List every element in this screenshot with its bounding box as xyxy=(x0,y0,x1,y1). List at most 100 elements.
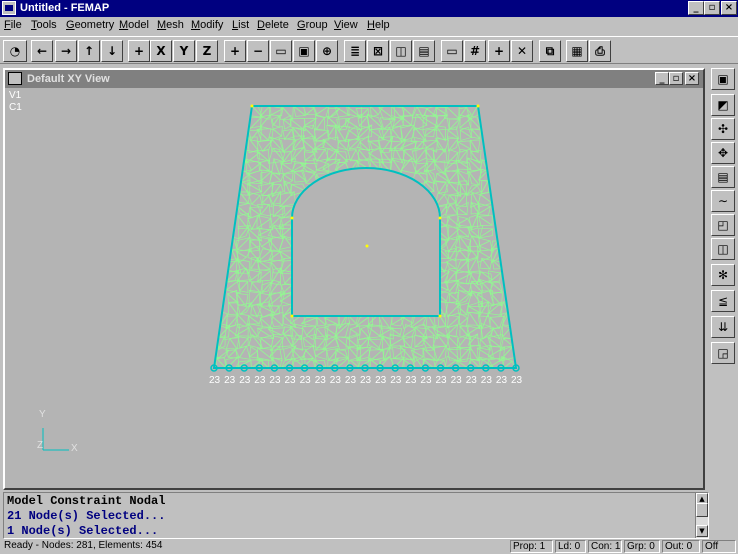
rotate-z-icon[interactable]: Z xyxy=(196,40,218,62)
mesh-element xyxy=(225,337,238,350)
mesh-icon[interactable]: ✻ xyxy=(711,264,735,286)
menu-list[interactable]: List xyxy=(232,19,249,31)
mesh-element xyxy=(456,226,470,238)
curve-icon[interactable]: ∼ xyxy=(711,190,735,212)
copy-icon[interactable]: ⧉ xyxy=(539,40,561,62)
maximize-button[interactable]: ▫ xyxy=(704,1,720,15)
view-minimize-button[interactable]: _ xyxy=(655,72,669,85)
mesh-element xyxy=(234,327,252,337)
corner-node xyxy=(290,216,294,220)
crosshair-icon[interactable]: + xyxy=(488,40,510,62)
mesh-element xyxy=(256,270,272,282)
menu-modify[interactable]: Modify xyxy=(191,19,223,31)
solid-icon[interactable]: ▤ xyxy=(413,40,435,62)
minimize-button[interactable]: _ xyxy=(688,1,704,15)
rotate-y-icon[interactable]: Y xyxy=(173,40,195,62)
entity-list-icon[interactable]: ≣ xyxy=(344,40,366,62)
menu-file[interactable]: File xyxy=(4,19,22,31)
hidden-line-icon[interactable]: ◫ xyxy=(390,40,412,62)
mesh-element xyxy=(478,215,494,226)
menu-model[interactable]: Model xyxy=(119,19,149,31)
status-grp: Grp: 0 xyxy=(624,540,660,553)
constraint-label: 23 xyxy=(285,375,297,386)
open-icon[interactable]: ◔ xyxy=(3,40,27,62)
arrow-up-icon[interactable]: ↑ xyxy=(78,40,100,62)
constraint-label: 23 xyxy=(315,375,327,386)
delete-x-icon[interactable]: ✕ xyxy=(511,40,533,62)
geometry-icon[interactable]: ◩ xyxy=(711,94,735,116)
print-icon[interactable]: ⎙ xyxy=(589,40,611,62)
solid-icon[interactable]: ◫ xyxy=(711,238,735,260)
menu-tools[interactable]: Tools xyxy=(31,19,57,31)
zoom-out-icon[interactable]: − xyxy=(247,40,269,62)
mesh-element xyxy=(282,172,294,182)
view-window-icon[interactable]: ▭ xyxy=(441,40,463,62)
autoscale-icon[interactable]: ▣ xyxy=(293,40,315,62)
mesh-element xyxy=(471,128,481,140)
model-canvas[interactable]: V1 C1 23 23 23 23 23 23 23 23 23 23 23 23 23 23 23 23 23… xyxy=(5,88,703,488)
mesh-element xyxy=(280,161,294,175)
center-icon[interactable]: ⊕ xyxy=(316,40,338,62)
constraint-label: 23 xyxy=(420,375,432,386)
arch-opening xyxy=(291,167,441,317)
menu-mesh[interactable]: Mesh xyxy=(157,19,184,31)
mesh-element xyxy=(271,158,281,176)
femap-app-icon[interactable] xyxy=(2,1,16,15)
show-entities-icon[interactable]: ⊠ xyxy=(367,40,389,62)
menu-help[interactable]: Help xyxy=(367,19,390,31)
model-load-icon[interactable]: ▤ xyxy=(711,166,735,188)
view-close-button[interactable]: × xyxy=(685,72,699,85)
femap-app: Untitled - FEMAP _ ▫ × File Tools Geomet… xyxy=(0,0,738,554)
view-window-icon[interactable] xyxy=(8,72,22,85)
messages-window[interactable]: Model Constraint Nodal 21 Node(s) Select… xyxy=(3,492,709,539)
menu-geometry[interactable]: Geometry xyxy=(66,19,114,31)
zoom-in-icon[interactable]: + xyxy=(224,40,246,62)
message-line-1: Model Constraint Nodal xyxy=(7,494,166,508)
surface-icon[interactable]: ◰ xyxy=(711,214,735,236)
save-icon[interactable]: ▣ xyxy=(711,68,735,90)
mesh-element xyxy=(303,117,317,130)
mesh-element xyxy=(490,327,501,340)
pan-plus-icon[interactable]: + xyxy=(128,40,150,62)
scroll-thumb[interactable] xyxy=(696,503,708,517)
mesh-element xyxy=(305,325,317,341)
constraint-label: 23 xyxy=(405,375,417,386)
mesh-element-icon[interactable]: ✥ xyxy=(711,142,735,164)
view-options-icon[interactable]: ◲ xyxy=(711,342,735,364)
close-button[interactable]: × xyxy=(721,1,737,15)
constraint-icon[interactable]: ⇊ xyxy=(711,316,735,338)
mesh-element xyxy=(447,347,462,362)
load-icon[interactable]: ≦ xyxy=(711,290,735,312)
mesh-element xyxy=(447,138,459,152)
menu-view[interactable]: View xyxy=(334,19,358,31)
mesh-element xyxy=(250,303,258,318)
rotate-x-icon[interactable]: X xyxy=(150,40,172,62)
grid-icon[interactable]: # xyxy=(464,40,486,62)
mesh-element xyxy=(315,348,328,360)
constraint-label: 23 xyxy=(390,375,402,386)
mesh-element xyxy=(256,214,272,230)
view-maximize-button[interactable]: ▫ xyxy=(669,72,683,85)
corner-node xyxy=(438,314,442,318)
arrow-right-icon[interactable]: → xyxy=(55,40,77,62)
mesh-element xyxy=(237,225,250,240)
mesh-element xyxy=(282,138,297,153)
paste-icon[interactable]: ▦ xyxy=(566,40,588,62)
scroll-down-icon[interactable]: ▼ xyxy=(696,525,708,537)
messages-scrollbar[interactable]: ▲ ▼ xyxy=(695,493,708,538)
mesh-element xyxy=(313,129,330,142)
mesh-element xyxy=(315,116,325,131)
mesh-element xyxy=(480,179,490,194)
mesh-node-icon[interactable]: ✣ xyxy=(711,118,735,140)
mesh-element xyxy=(469,139,479,153)
mesh-element xyxy=(478,237,492,247)
arrow-left-icon[interactable]: ← xyxy=(31,40,53,62)
menu-delete[interactable]: Delete xyxy=(257,19,289,31)
box-zoom-icon[interactable]: ▭ xyxy=(270,40,292,62)
arrow-down-icon[interactable]: ↓ xyxy=(101,40,123,62)
mesh-element xyxy=(269,313,284,327)
menu-bar: File Tools Geometry Model Mesh Modify Li… xyxy=(0,17,738,35)
mesh-element xyxy=(470,214,479,231)
constraint-label: 23 xyxy=(209,375,221,386)
menu-group[interactable]: Group xyxy=(297,19,328,31)
